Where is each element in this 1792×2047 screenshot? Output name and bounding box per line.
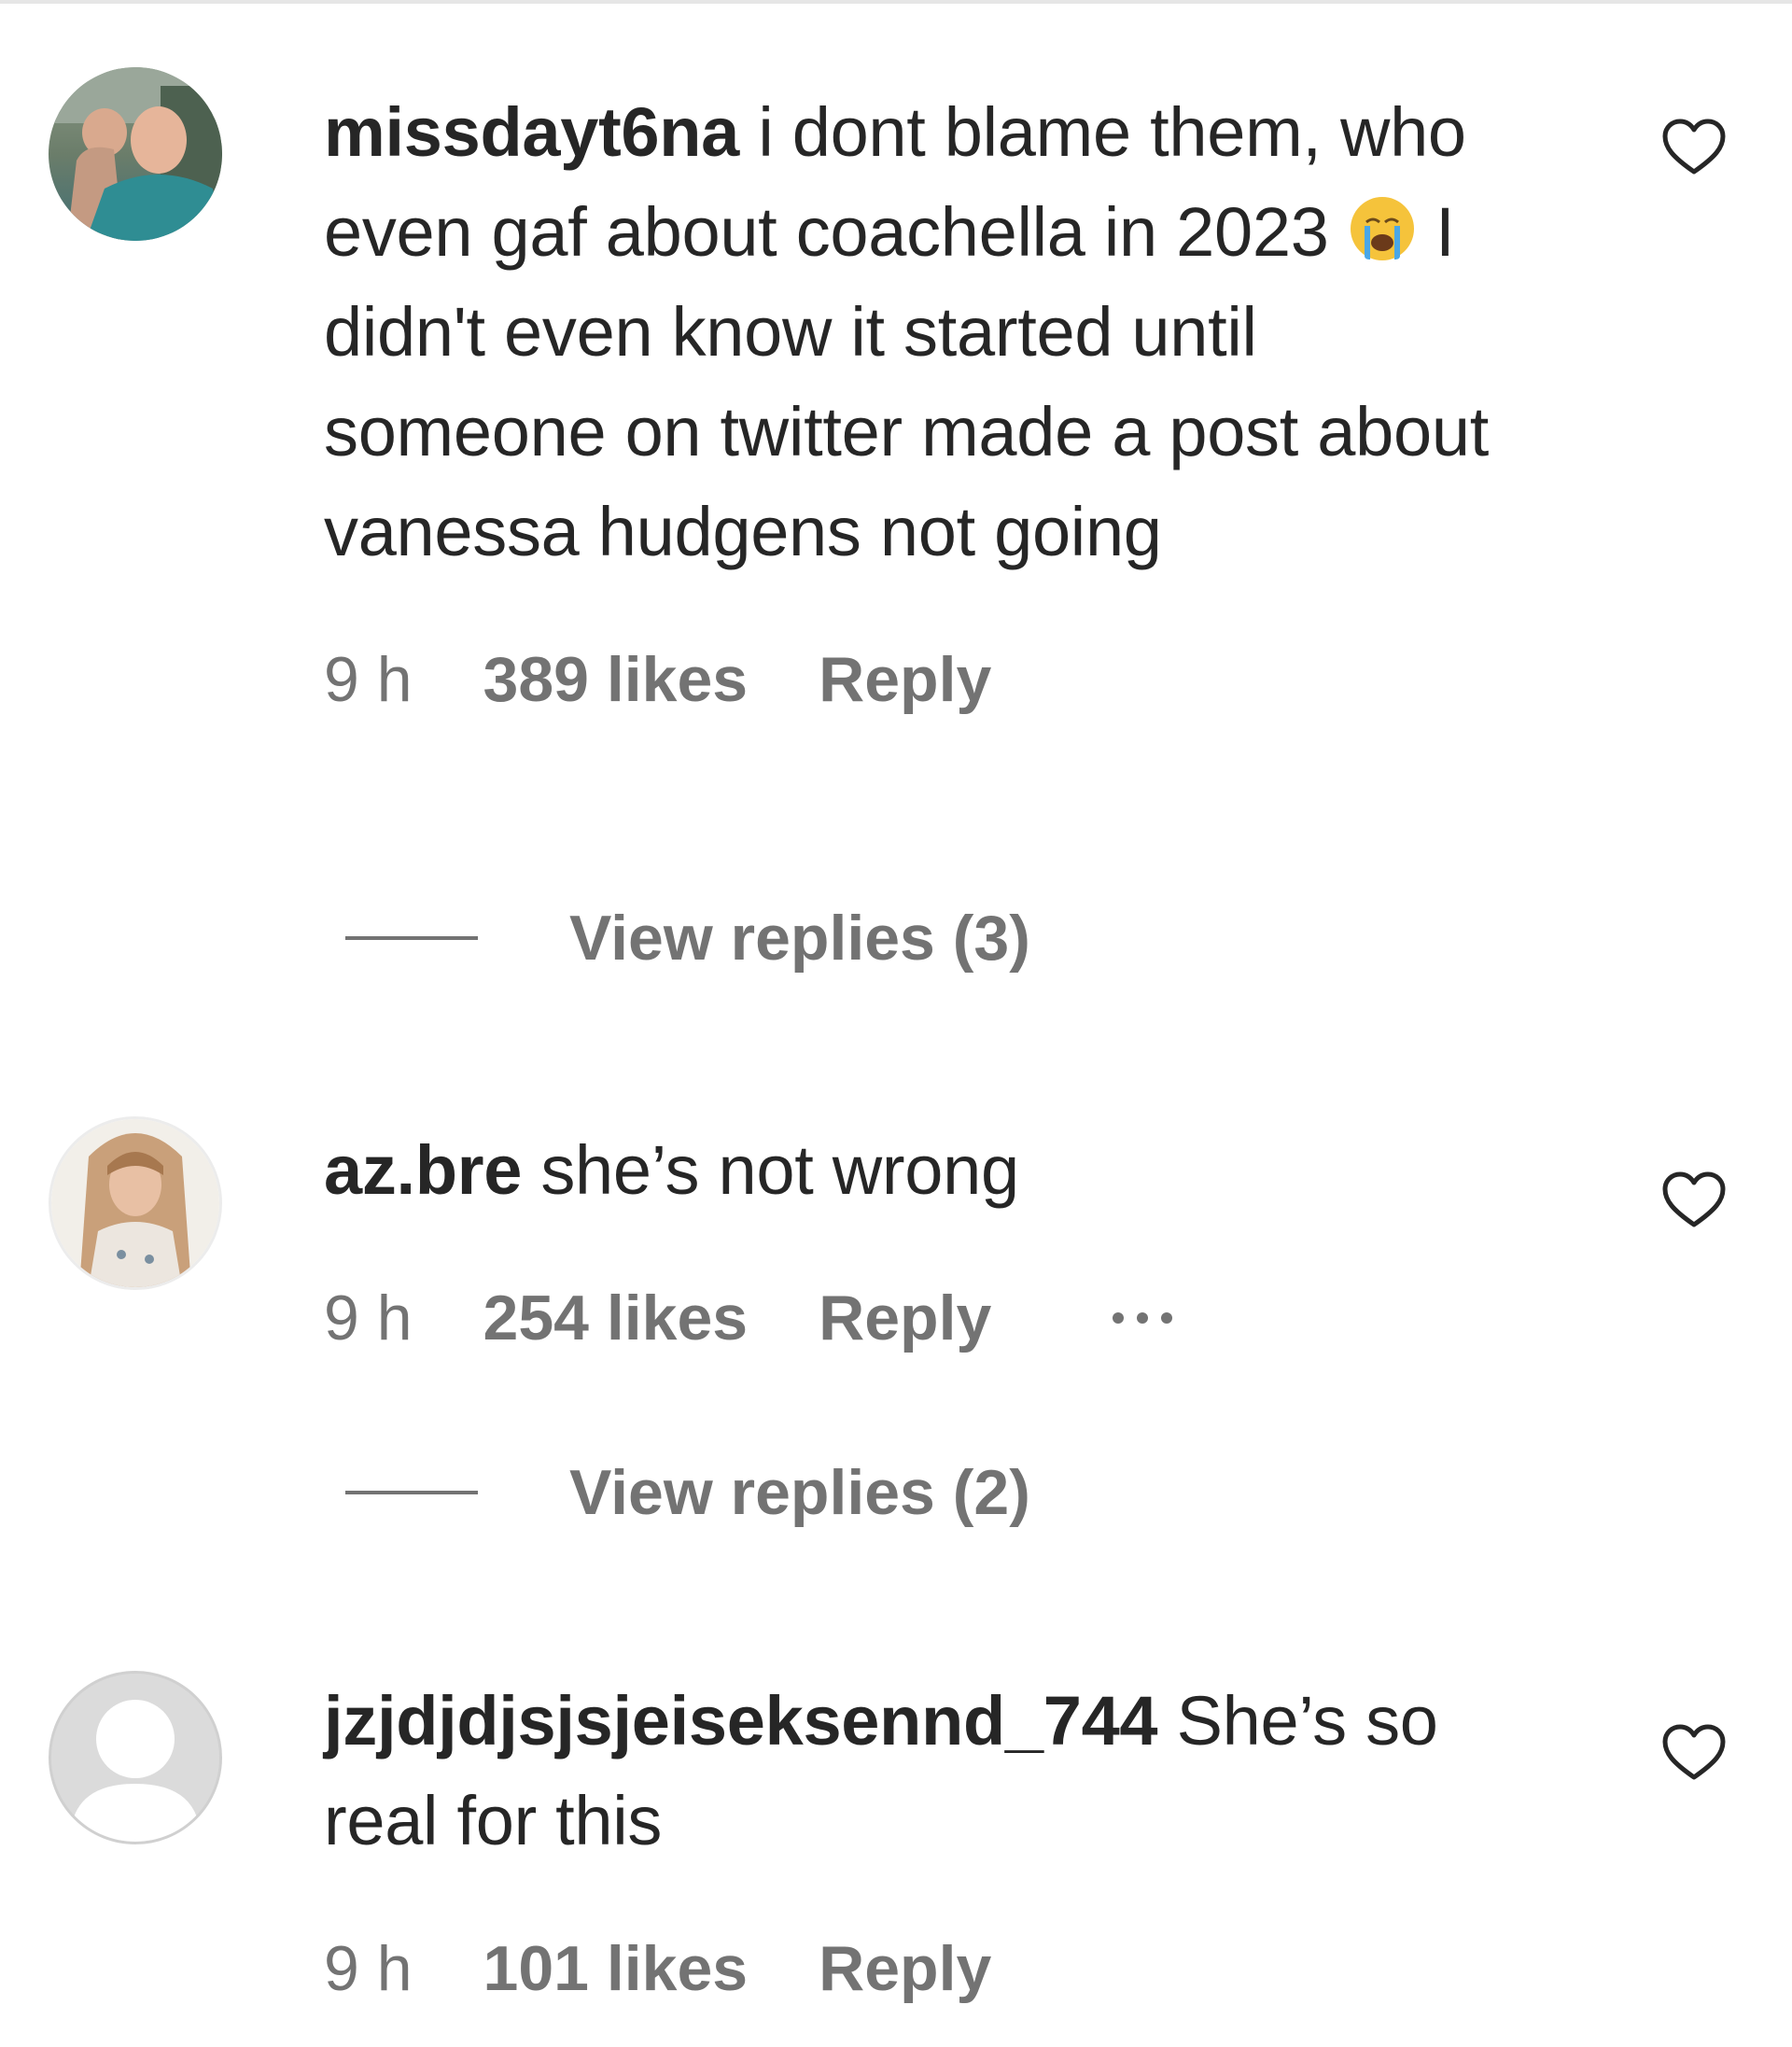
heart-outline-icon[interactable] [1661,118,1727,177]
more-options-icon[interactable] [1113,1312,1173,1324]
heart-outline-icon[interactable] [1661,1723,1727,1783]
heart-outline-icon[interactable] [1661,1171,1727,1230]
comment-text: az.bre she’s not wrong [324,1120,1537,1220]
profile-photo-icon [49,67,222,241]
comment-meta: 9 h 101 likes Reply [324,1927,1537,2011]
replies-divider-line [345,1491,478,1494]
comment-message: she’s not wrong [540,1131,1019,1209]
comment-likes[interactable]: 389 likes [483,643,749,716]
comment-body: az.bre she’s not wrong 9 h 254 likes Rep… [324,1120,1537,1360]
comment-username[interactable]: jzjdjdjsjsjeiseksennd_744 [324,1682,1158,1760]
reply-button[interactable]: Reply [819,1932,991,2005]
comment-username[interactable]: az.bre [324,1131,522,1209]
profile-photo-icon [51,1119,219,1287]
avatar[interactable] [49,1671,222,1844]
comment-username[interactable]: missdayt6na [324,93,739,171]
comment-meta: 9 h 389 likes Reply [324,638,1537,722]
comment-likes[interactable]: 254 likes [483,1282,749,1354]
comment-text: missdayt6na i dont blame them, who even … [324,82,1537,582]
view-replies-label: View replies (3) [569,903,1030,974]
comment-time: 9 h [324,644,413,715]
view-replies-button[interactable]: View replies (2) [345,1456,1030,1529]
view-replies-label: View replies (2) [569,1457,1030,1528]
view-replies-button[interactable]: View replies (3) [345,902,1030,974]
avatar[interactable] [49,67,222,241]
default-avatar-icon [51,1674,219,1842]
comment-body: missdayt6na i dont blame them, who even … [324,82,1537,722]
loudly-crying-face-icon [1348,189,1417,260]
comment-meta: 9 h 254 likes Reply [324,1276,1537,1360]
reply-button[interactable]: Reply [819,643,991,716]
comment-body: jzjdjdjsjsjeiseksennd_744 She’s so real … [324,1671,1537,2011]
comment-time: 9 h [324,1283,413,1353]
comment-time: 9 h [324,1933,413,2004]
comment-text: jzjdjdjsjsjeiseksennd_744 She’s so real … [324,1671,1537,1871]
reply-button[interactable]: Reply [819,1282,991,1354]
top-divider [0,0,1792,4]
comment-likes[interactable]: 101 likes [483,1932,749,2005]
replies-divider-line [345,936,478,940]
avatar[interactable] [49,1116,222,1290]
